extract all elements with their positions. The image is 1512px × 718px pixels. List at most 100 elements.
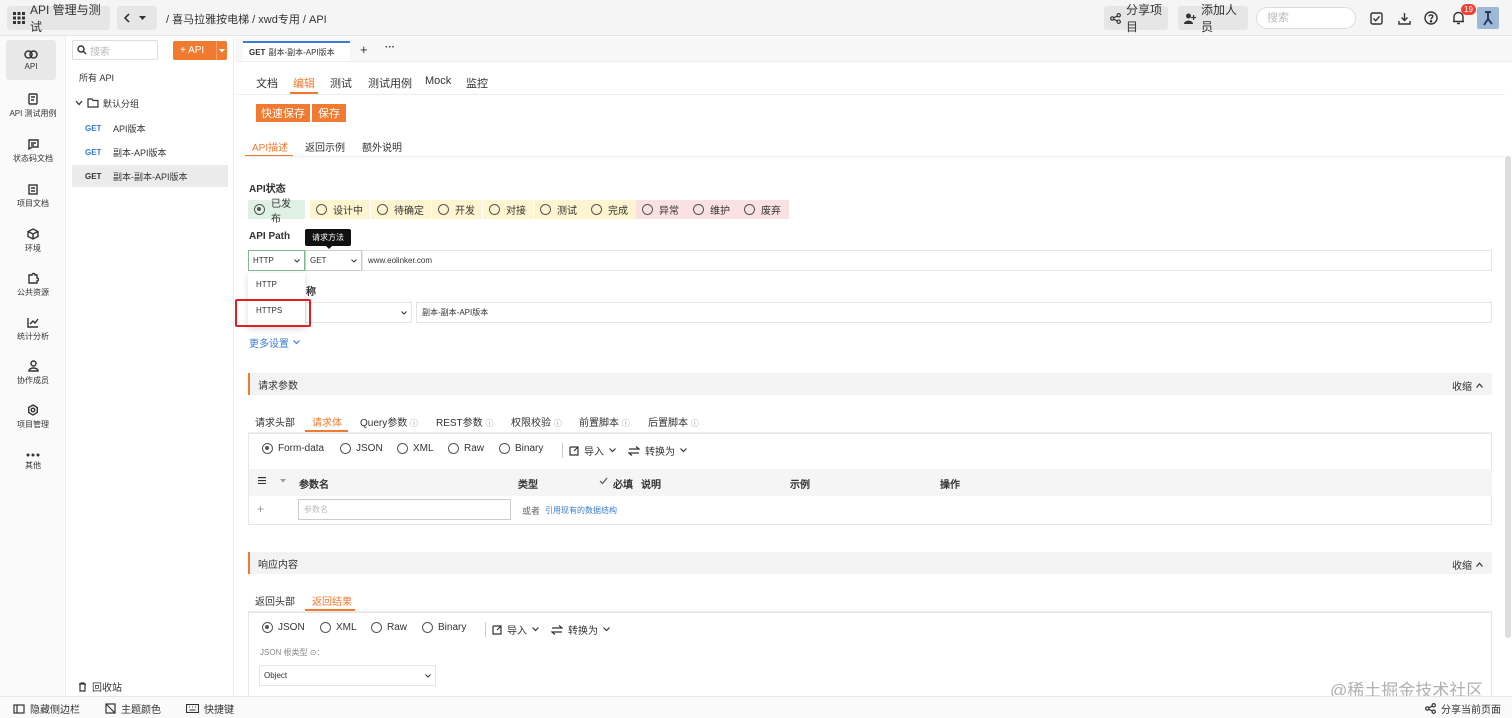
status-option-designing[interactable]: 设计中 bbox=[310, 200, 370, 219]
reference-structure-link[interactable]: 引用现有的数据结构 bbox=[545, 505, 617, 516]
tab-response-headers[interactable]: 返回头部 bbox=[255, 593, 295, 608]
tab-request-headers[interactable]: 请求头部 bbox=[255, 414, 295, 429]
share-page-button[interactable]: 分享当前页面 bbox=[1425, 701, 1501, 716]
rail-item-statistics[interactable]: 统计分析 bbox=[0, 309, 66, 349]
tab-post-script[interactable]: 后置脚本 ⓘ bbox=[648, 414, 699, 429]
tab-api-description[interactable]: API描述 bbox=[252, 139, 288, 154]
share-project-button[interactable]: 分享项目 bbox=[1104, 3, 1168, 34]
tab-monitor[interactable]: 监控 bbox=[466, 75, 488, 91]
tab-query-params[interactable]: Query参数 ⓘ bbox=[360, 414, 418, 429]
body-type-binary[interactable]: Binary bbox=[499, 443, 543, 454]
tab-auth[interactable]: 权限校验 ⓘ bbox=[511, 414, 562, 429]
help-icon[interactable] bbox=[1422, 9, 1440, 27]
global-search-input[interactable]: 搜索 bbox=[1256, 7, 1356, 29]
add-api-button[interactable]: + API bbox=[173, 41, 227, 60]
user-avatar[interactable] bbox=[1477, 7, 1499, 29]
caret-down-icon[interactable] bbox=[216, 41, 227, 60]
history-nav-button[interactable] bbox=[117, 6, 157, 30]
status-option-maintenance[interactable]: 维护 bbox=[687, 200, 738, 219]
tab-request-body[interactable]: 请求体 bbox=[312, 414, 342, 429]
add-row-icon[interactable]: + bbox=[257, 502, 264, 516]
tab-response-example[interactable]: 返回示例 bbox=[305, 139, 345, 154]
check-icon[interactable] bbox=[599, 477, 608, 485]
main-scrollbar[interactable] bbox=[1505, 156, 1511, 638]
rail-item-project-docs[interactable]: 项目文档 bbox=[0, 176, 66, 216]
protocol-select[interactable]: HTTP bbox=[248, 250, 305, 271]
response-convert-button[interactable]: 转换为 bbox=[551, 622, 610, 637]
status-option-pending[interactable]: 待确定 bbox=[371, 200, 431, 219]
rail-item-project-management[interactable]: 项目管理 bbox=[0, 397, 66, 437]
response-header[interactable]: 响应内容 bbox=[248, 552, 1492, 574]
tab-docs[interactable]: 文档 bbox=[256, 75, 278, 91]
rail-item-members[interactable]: 协作成员 bbox=[0, 353, 66, 393]
shortcut-button[interactable]: 快捷键 bbox=[186, 701, 234, 716]
tree-all-api[interactable]: 所有 API bbox=[72, 67, 228, 87]
tab-test-cases[interactable]: 测试用例 bbox=[368, 75, 412, 91]
doc-tab-active[interactable]: GET 副本-副本-API版本 bbox=[243, 41, 350, 61]
tree-item-selected[interactable]: GET 副本-副本-API版本 bbox=[72, 165, 228, 187]
add-member-button[interactable]: 添加人员 bbox=[1178, 3, 1248, 34]
response-type-binary[interactable]: Binary bbox=[422, 622, 466, 633]
collapse-response-button[interactable]: 收缩 bbox=[1452, 557, 1483, 572]
import-button[interactable]: 导入 bbox=[562, 443, 616, 458]
tab-extra-notes[interactable]: 额外说明 bbox=[362, 139, 402, 154]
quick-save-button[interactable]: 快速保存 bbox=[256, 104, 310, 122]
request-params-header[interactable]: 请求参数 bbox=[248, 373, 1492, 395]
tab-response-result[interactable]: 返回结果 bbox=[312, 593, 352, 608]
checkbox-icon[interactable] bbox=[1367, 9, 1385, 27]
method-tooltip: 请求方法 bbox=[305, 229, 351, 246]
more-tabs-button[interactable]: ··· bbox=[385, 42, 395, 53]
response-import-button[interactable]: 导入 bbox=[485, 622, 539, 637]
tab-pre-script[interactable]: 前置脚本 ⓘ bbox=[579, 414, 630, 429]
rail-item-other[interactable]: 其他 bbox=[0, 442, 66, 482]
response-type-raw[interactable]: Raw bbox=[371, 622, 407, 633]
body-type-raw[interactable]: Raw bbox=[448, 443, 484, 454]
status-option-deprecated[interactable]: 废弃 bbox=[738, 200, 789, 219]
tree-item[interactable]: GET 副本-API版本 bbox=[72, 142, 228, 162]
dropdown-option-http[interactable]: HTTP bbox=[256, 280, 277, 289]
hide-sidebar-button[interactable]: 隐藏侧边栏 bbox=[13, 701, 80, 716]
api-name-input[interactable]: 副本-副本-API版本 bbox=[416, 302, 1492, 323]
method-select[interactable]: GET bbox=[305, 250, 362, 271]
collapse-request-button[interactable]: 收缩 bbox=[1452, 378, 1483, 393]
tab-mock[interactable]: Mock bbox=[425, 75, 451, 87]
url-input[interactable]: www.eolinker.com bbox=[362, 250, 1492, 271]
json-root-type-select[interactable]: Object bbox=[259, 665, 436, 686]
save-button[interactable]: 保存 bbox=[312, 104, 346, 122]
rail-item-status-code[interactable]: 状态码文档 bbox=[0, 131, 66, 171]
caret-down-icon[interactable] bbox=[280, 479, 286, 483]
rail-item-environment[interactable]: 环境 bbox=[0, 221, 66, 261]
convert-button[interactable]: 转换为 bbox=[628, 443, 687, 458]
tree-group-default[interactable]: 默认分组 bbox=[72, 93, 228, 113]
status-option-developing[interactable]: 开发 bbox=[432, 200, 482, 219]
status-option-testing[interactable]: 测试 bbox=[534, 200, 585, 219]
response-type-json[interactable]: JSON bbox=[262, 622, 305, 633]
tree-item[interactable]: GET API版本 bbox=[72, 118, 228, 138]
tab-test[interactable]: 测试 bbox=[330, 75, 352, 91]
tab-rest-params[interactable]: REST参数 ⓘ bbox=[436, 414, 493, 429]
request-params-title: 请求参数 bbox=[258, 380, 298, 392]
api-type-select[interactable] bbox=[305, 302, 412, 323]
breadcrumb[interactable]: / 喜马拉雅按电梯 / xwd专用 / API bbox=[166, 11, 327, 27]
response-type-xml[interactable]: XML bbox=[320, 622, 357, 633]
recycle-bin[interactable]: 回收站 bbox=[78, 679, 122, 694]
status-option-published[interactable]: 已发布 bbox=[248, 199, 305, 225]
body-type-xml[interactable]: XML bbox=[397, 443, 434, 454]
new-tab-button[interactable]: + bbox=[360, 42, 368, 57]
rail-item-api[interactable]: API bbox=[6, 40, 56, 80]
param-name-input[interactable]: 参数名 bbox=[298, 499, 511, 520]
status-option-integrating[interactable]: 对接 bbox=[483, 200, 533, 219]
download-icon[interactable] bbox=[1395, 9, 1413, 27]
rail-item-test-cases[interactable]: API 测试用例 bbox=[0, 86, 66, 126]
rail-item-public-resources[interactable]: 公共资源 bbox=[0, 265, 66, 305]
body-type-json[interactable]: JSON bbox=[340, 443, 383, 454]
more-settings-link[interactable]: 更多设置 bbox=[249, 335, 300, 350]
theme-color-button[interactable]: 主题颜色 bbox=[105, 701, 161, 716]
status-option-abnormal[interactable]: 异常 bbox=[636, 200, 687, 219]
status-option-completed[interactable]: 完成 bbox=[585, 200, 636, 219]
tab-edit[interactable]: 编辑 bbox=[293, 75, 315, 91]
trash-icon bbox=[78, 681, 87, 692]
body-type-form-data[interactable]: Form-data bbox=[262, 443, 324, 454]
app-menu-button[interactable]: API 管理与测试 bbox=[7, 3, 110, 34]
tree-search-input[interactable]: 搜索 bbox=[72, 40, 158, 60]
